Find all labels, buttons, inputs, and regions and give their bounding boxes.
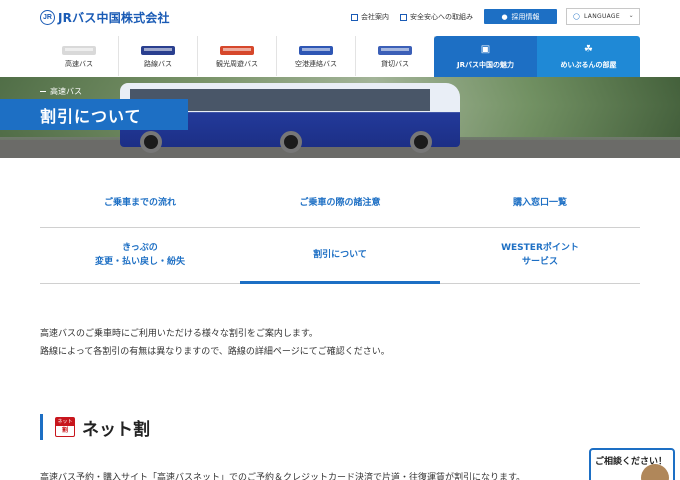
jr-logo-icon: JR xyxy=(40,10,55,25)
nav-label: 高速バス xyxy=(65,60,93,68)
consult-widget[interactable]: ご相談ください！ xyxy=(589,448,675,480)
recruit-button[interactable]: ● 採用情報 xyxy=(484,9,557,24)
heading-bar xyxy=(40,414,43,440)
nav-label: 空港連絡バス xyxy=(295,60,337,68)
subnav-ticket-offices[interactable]: 購入窓口一覧 xyxy=(440,180,640,227)
language-label: LANGUAGE xyxy=(584,13,620,20)
airport-bus-icon xyxy=(299,46,333,55)
charter-bus-icon xyxy=(378,46,412,55)
route-bus-icon xyxy=(141,46,175,55)
nav-feature-appeal[interactable]: ▣ JRバス中国の魅力 xyxy=(434,36,537,77)
subnav-row: ご乗車までの流れ ご乗車の際の諸注意 購入窓口一覧 xyxy=(40,180,640,228)
site-header: JR JRバス中国株式会社 会社案内 安全安心への取組み ● 採用情報 ◯ LA… xyxy=(0,0,680,34)
recruit-label: 採用情報 xyxy=(511,12,540,21)
nav-feature-mascot-room[interactable]: ☘ めいぷるんの部屋 xyxy=(537,36,640,77)
page-title: 割引について xyxy=(0,99,188,130)
safety-link[interactable]: 安全安心への取組み xyxy=(400,12,473,22)
feature-label: めいぷるんの部屋 xyxy=(560,60,617,69)
subnav-boarding-flow[interactable]: ご乗車までの流れ xyxy=(40,180,240,227)
safety-label: 安全安心への取組み xyxy=(410,13,473,21)
subnav-ticket-changes[interactable]: きっぷの 変更・払い戻し・紛失 xyxy=(40,228,240,283)
nav-label: 観光周遊バス xyxy=(216,60,258,68)
nav-item-charter-bus[interactable]: 貸切バス xyxy=(356,36,435,76)
person-icon: ● xyxy=(501,12,508,21)
section-description: 高速バス予約・購入サイト「高速バスネット」でのご予約＆クレジットカード決済で片道… xyxy=(40,473,526,480)
subnav-wester-points[interactable]: WESTERポイント サービス xyxy=(440,228,640,283)
intro-line: 高速バスのご乗車時にご利用いただける様々な割引をご案内します。 xyxy=(40,329,318,339)
badge-top-text: ネット xyxy=(56,418,74,426)
nav-item-route-bus[interactable]: 路線バス xyxy=(119,36,198,76)
language-select[interactable]: ◯ LANGUAGE ⌄ xyxy=(566,8,640,25)
bus-front-icon: ▣ xyxy=(480,43,491,55)
site-logo[interactable]: JR JRバス中国株式会社 xyxy=(40,9,170,26)
mascot-icon: ☘ xyxy=(584,43,593,55)
highway-bus-icon xyxy=(62,46,96,55)
sub-navigation: ご乗車までの流れ ご乗車の際の諸注意 購入窓口一覧 きっぷの 変更・払い戻し・紛… xyxy=(40,180,640,284)
chevron-down-icon: ⌄ xyxy=(628,12,634,19)
intro-line: 路線によって各割引の有無は異なりますので、路線の詳細ページにてご確認ください。 xyxy=(40,347,390,357)
nav-label: 貸切バス xyxy=(381,60,409,68)
hero-category: 高速バス xyxy=(40,86,82,97)
building-icon xyxy=(351,13,358,21)
intro-text: 高速バスのご乗車時にご利用いただける様々な割引をご案内します。 路線によって各割… xyxy=(40,325,390,361)
hero-banner: 高速バス 割引について xyxy=(0,77,680,158)
subnav-discounts[interactable]: 割引について xyxy=(240,228,440,284)
feature-label: JRバス中国の魅力 xyxy=(457,60,514,69)
company-info-label: 会社案内 xyxy=(361,13,389,21)
subnav-row: きっぷの 変更・払い戻し・紛失 割引について WESTERポイント サービス xyxy=(40,228,640,284)
logo-text: JRバス中国株式会社 xyxy=(58,11,170,25)
net-discount-icon: ネット 割 xyxy=(55,417,75,437)
badge-bottom-text: 割 xyxy=(61,427,68,434)
section-title: ネット割 xyxy=(82,419,150,440)
nav-item-highway-bus[interactable]: 高速バス xyxy=(40,36,119,76)
nav-item-sightseeing-bus[interactable]: 観光周遊バス xyxy=(198,36,277,76)
nav-item-airport-bus[interactable]: 空港連絡バス xyxy=(277,36,356,76)
hero-category-label: 高速バス xyxy=(50,87,82,96)
nav-label: 路線バス xyxy=(144,60,172,68)
sightseeing-bus-icon xyxy=(220,46,254,55)
section-heading: ネット 割 ネット割 xyxy=(40,414,150,440)
subnav-boarding-notes[interactable]: ご乗車の際の諸注意 xyxy=(240,180,440,227)
company-info-link[interactable]: 会社案内 xyxy=(351,12,389,22)
global-nav: 高速バス 路線バス 観光周遊バス 空港連絡バス 貸切バス xyxy=(40,36,435,76)
shield-icon xyxy=(400,13,407,21)
globe-icon: ◯ xyxy=(573,13,581,20)
